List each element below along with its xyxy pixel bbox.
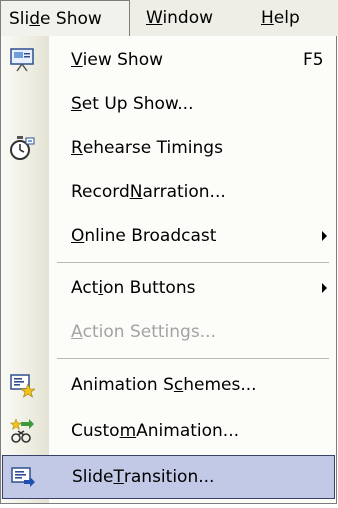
menu-item-custom-animation-label: Custo m Animation... <box>71 408 239 454</box>
menu-window-post: indow <box>162 8 214 28</box>
label-mnemonic: m <box>119 421 137 441</box>
menu-help-mnemonic: H <box>261 8 274 28</box>
label-pre: Record <box>71 182 130 202</box>
label-post: hemes... <box>183 375 257 395</box>
menu-item-animation-schemes-label: Animation Sc hemes... <box>71 362 257 408</box>
menu-bar: Slide Show Window Help <box>0 0 338 36</box>
slide-show-dropdown: View Show F5 Set Up Show... Rehearse Tim… <box>0 36 337 504</box>
menu-item-action-settings-label: Action Settings... <box>71 310 216 354</box>
menu-item-action-buttons-label: Act i on Buttons <box>71 266 195 310</box>
label-post: ransition... <box>123 467 215 487</box>
menu-item-action-buttons[interactable]: Act i on Buttons <box>1 266 336 310</box>
label-pre: Slide <box>72 467 114 487</box>
menu-item-online-broadcast-label: Online Broadcast <box>71 214 216 258</box>
label-pre: Act <box>71 278 99 298</box>
label-mnemonic: c <box>173 375 184 395</box>
menu-separator <box>57 358 329 359</box>
menu-help[interactable]: Help <box>261 0 300 36</box>
menu-item-custom-animation[interactable]: Custo m Animation... <box>1 408 336 454</box>
custom-animation-icon <box>9 418 34 443</box>
label-post: arration... <box>142 182 226 202</box>
label-post: Animation... <box>136 421 240 441</box>
submenu-arrow-icon <box>322 231 327 241</box>
menu-item-online-broadcast[interactable]: Online Broadcast <box>1 214 336 258</box>
menu-item-rehearse-timings-label: Rehearse Timings <box>71 126 223 170</box>
menu-slide-show-mnemonic: d <box>29 9 41 29</box>
menu-item-rehearse-timings[interactable]: Rehearse Timings <box>1 126 336 170</box>
label-mnemonic: S <box>71 94 82 114</box>
menu-item-view-show[interactable]: View Show F5 <box>1 38 336 82</box>
label-post: ehearse Timings <box>82 138 223 158</box>
presentation-screen-icon <box>10 48 34 72</box>
stopwatch-icon <box>10 136 35 160</box>
menu-item-animation-schemes[interactable]: Animation Sc hemes... <box>1 362 336 408</box>
label-mnemonic: N <box>129 182 143 202</box>
menu-item-slide-transition[interactable]: Slide Transition... <box>2 455 335 499</box>
menu-help-post: elp <box>273 8 300 28</box>
label-mnemonic: A <box>71 322 83 342</box>
slide-transition-icon <box>11 467 35 487</box>
view-show-shortcut: F5 <box>303 50 324 70</box>
menu-item-action-settings: Action Settings... <box>1 310 336 354</box>
submenu-arrow-icon <box>322 283 327 293</box>
animation-schemes-icon <box>10 374 35 398</box>
label-post: iew Show <box>82 50 164 70</box>
label-post: et Up Show... <box>81 94 194 114</box>
menu-slide-show-pre: Sli <box>9 9 30 29</box>
menu-item-set-up-show[interactable]: Set Up Show... <box>1 82 336 126</box>
label-post: on Buttons <box>103 278 196 298</box>
menu-item-record-narration[interactable]: Record Narration... <box>1 170 336 214</box>
label-pre: Animation S <box>71 375 174 395</box>
menu-item-view-show-label: View Show <box>71 38 163 82</box>
menu-window-mnemonic: W <box>146 8 163 28</box>
menu-item-set-up-show-label: Set Up Show... <box>71 82 193 126</box>
menu-slide-show[interactable]: Slide Show <box>0 0 130 36</box>
menu-item-record-narration-label: Record Narration... <box>71 170 226 214</box>
label-mnemonic: T <box>113 467 124 487</box>
menu-window[interactable]: Window <box>146 0 213 36</box>
label-mnemonic: R <box>71 138 83 158</box>
menu-separator <box>57 262 329 263</box>
label-post: ction Settings... <box>82 322 216 342</box>
label-pre: Custo <box>71 421 120 441</box>
label-mnemonic: O <box>71 226 85 246</box>
menu-slide-show-post: e Show <box>40 9 102 29</box>
menu-item-slide-transition-label: Slide Transition... <box>72 456 214 498</box>
label-post: nline Broadcast <box>84 226 217 246</box>
label-mnemonic: V <box>71 50 83 70</box>
